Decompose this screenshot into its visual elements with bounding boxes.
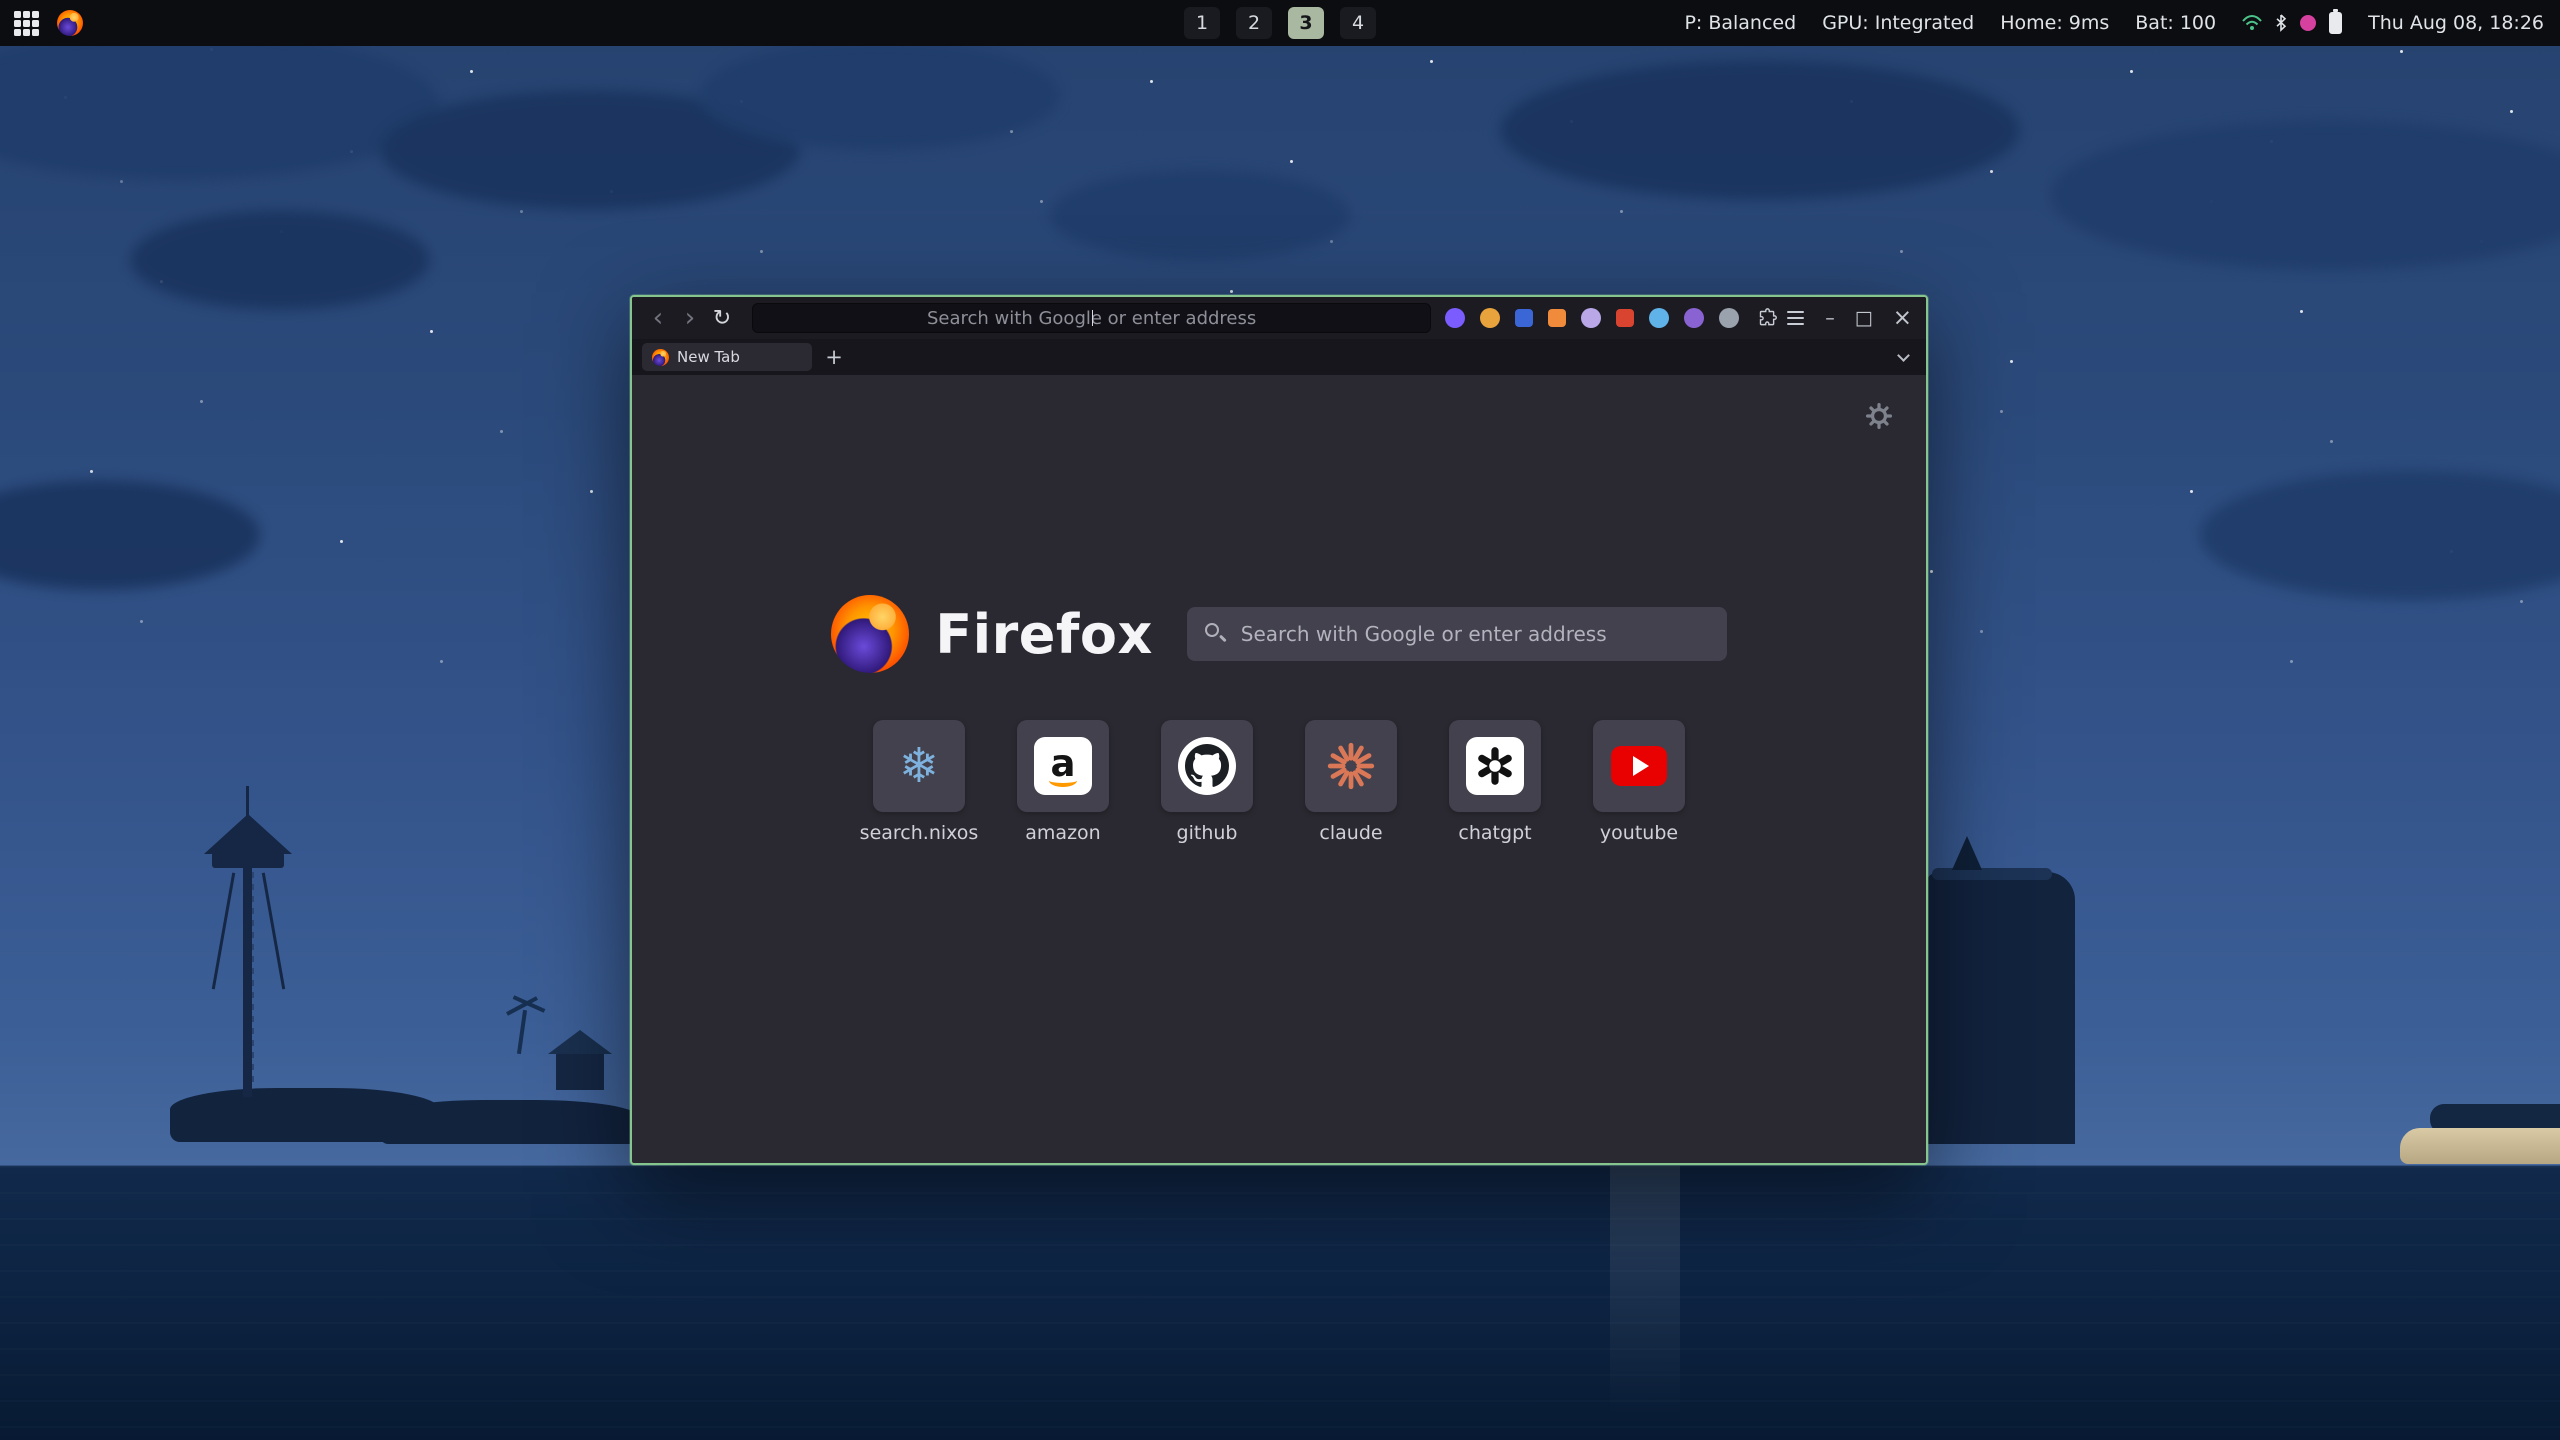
clock: Thu Aug 08, 18:26 (2368, 12, 2544, 34)
tab-title: New Tab (677, 348, 740, 366)
extensions-button[interactable] (1753, 304, 1781, 332)
back-icon: ‹ (653, 303, 663, 333)
nixos-snowflake-icon: ❄ (899, 742, 939, 790)
newtab-search-input[interactable] (1187, 607, 1727, 661)
tab-new-tab[interactable]: New Tab (642, 343, 812, 371)
sea (0, 1166, 2560, 1440)
shortcut-label: search.nixos (860, 822, 979, 844)
personalize-button[interactable] (1866, 403, 1892, 433)
shortcut-label: chatgpt (1458, 822, 1531, 844)
tab-bar: New Tab + (632, 339, 1926, 375)
firefox-logo (831, 595, 909, 673)
shortcut-tile (1305, 720, 1397, 812)
shortcut-claude[interactable]: claude (1305, 720, 1397, 844)
menu-button[interactable] (1781, 304, 1809, 332)
reload-icon: ↻ (713, 306, 731, 331)
extension-violet-icon[interactable] (1684, 308, 1704, 328)
shortcut-amazon[interactable]: a amazon (1017, 720, 1109, 844)
plus-icon: + (825, 345, 843, 369)
top-bar: 1234 P: Balanced GPU: Integrated Home: 9… (0, 0, 2560, 46)
wallpaper-cloud (0, 30, 440, 180)
shortcut-label: claude (1319, 822, 1382, 844)
hamburger-icon (1787, 311, 1804, 325)
gpu-status: GPU: Integrated (1822, 12, 1974, 34)
extension-gray-icon[interactable] (1719, 308, 1739, 328)
extension-purple-icon[interactable] (1445, 308, 1465, 328)
workspace-button-4[interactable]: 4 (1340, 7, 1376, 39)
shortcut-tile: a (1017, 720, 1109, 812)
shortcut-tile: ❄ (873, 720, 965, 812)
tab-favicon (652, 349, 669, 366)
claude-starburst-icon (1325, 740, 1377, 792)
firefox-wordmark: Firefox (935, 603, 1153, 666)
sea-reflection (1610, 1166, 1680, 1416)
extension-lavender-icon[interactable] (1581, 308, 1601, 328)
battery-icon (2329, 12, 2342, 34)
wallpaper-cloud (1500, 60, 2020, 200)
wallpaper-cloud (1050, 170, 1350, 260)
wallpaper-cloud (700, 40, 1060, 150)
openai-knot-icon (1466, 737, 1524, 795)
reload-button[interactable]: ↻ (706, 302, 738, 334)
latency-status: Home: 9ms (2000, 12, 2109, 34)
shortcut-youtube[interactable]: youtube (1593, 720, 1685, 844)
youtube-play-icon (1611, 746, 1667, 786)
browser-toolbar: ‹ › ↻ – □ × (632, 297, 1926, 339)
gear-icon (1866, 403, 1892, 429)
bluetooth-icon[interactable] (2275, 14, 2287, 32)
shortcut-tile (1449, 720, 1541, 812)
extension-orange-icon[interactable] (1548, 309, 1566, 327)
url-input[interactable] (753, 304, 1430, 332)
app-launcher-icon[interactable] (14, 11, 39, 36)
new-tab-button[interactable]: + (820, 343, 848, 371)
workspace-button-1[interactable]: 1 (1184, 7, 1220, 39)
list-all-tabs-button[interactable] (1890, 344, 1916, 370)
shortcut-chatgpt[interactable]: chatgpt (1449, 720, 1541, 844)
wifi-icon[interactable] (2242, 15, 2262, 31)
shortcut-tile (1593, 720, 1685, 812)
wallpaper-cloud (0, 480, 260, 590)
wallpaper-cloud (130, 210, 430, 310)
firefox-taskbar-icon[interactable] (57, 10, 83, 36)
amazon-icon: a (1034, 737, 1092, 795)
back-button[interactable]: ‹ (642, 302, 674, 334)
extension-skyblue-icon[interactable] (1649, 308, 1669, 328)
shortcut-grid: ❄ search.nixos a amazon (632, 720, 1926, 844)
power-profile-status: P: Balanced (1684, 12, 1796, 34)
wallpaper-cloud (2050, 120, 2560, 270)
wallpaper-cloud (2200, 470, 2560, 600)
shortcut-label: youtube (1600, 822, 1678, 844)
new-tab-page: Firefox ❄ search.nixos a amazon (632, 375, 1926, 1161)
forward-icon: › (685, 303, 695, 333)
extension-blue-icon[interactable] (1515, 309, 1533, 327)
workspace-button-3[interactable]: 3 (1288, 7, 1324, 39)
github-octocat-icon (1178, 737, 1236, 795)
close-button[interactable]: × (1893, 307, 1912, 330)
forward-button[interactable]: › (674, 302, 706, 334)
workspace-button-2[interactable]: 2 (1236, 7, 1272, 39)
url-bar[interactable] (752, 303, 1431, 333)
search-icon (1205, 623, 1219, 637)
extension-amber-icon[interactable] (1480, 308, 1500, 328)
shortcut-tile (1161, 720, 1253, 812)
newtab-search[interactable] (1187, 607, 1727, 661)
extension-red-icon[interactable] (1616, 309, 1634, 327)
firefox-window: ‹ › ↻ – □ × New Tab + (630, 295, 1928, 1165)
firefox-hero: Firefox (632, 595, 1926, 673)
extension-strip (1445, 308, 1739, 328)
indicator-icon[interactable] (2300, 15, 2316, 31)
workspaces: 1234 (1184, 0, 1376, 46)
shortcut-label: amazon (1025, 822, 1100, 844)
beach (2400, 1128, 2560, 1164)
window-controls: – □ × (1825, 307, 1912, 330)
shortcut-label: github (1177, 822, 1238, 844)
chevron-down-icon (1897, 349, 1910, 362)
battery-status: Bat: 100 (2135, 12, 2216, 34)
puzzle-icon (1757, 308, 1778, 329)
shortcut-github[interactable]: github (1161, 720, 1253, 844)
shortcut-search-nixos[interactable]: ❄ search.nixos (873, 720, 965, 844)
minimize-button[interactable]: – (1825, 309, 1835, 328)
maximize-button[interactable]: □ (1855, 309, 1873, 328)
